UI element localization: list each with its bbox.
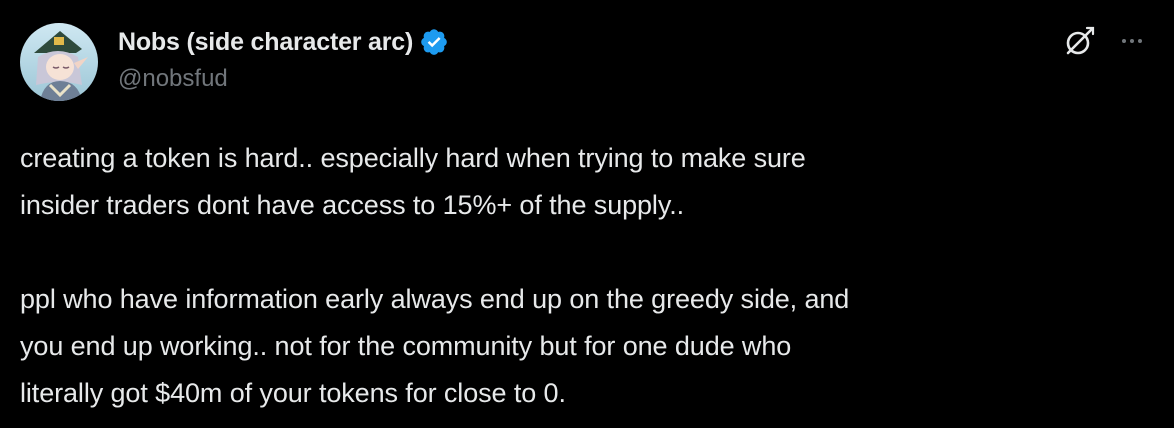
author-handle[interactable]: @nobsfud (118, 65, 228, 93)
author-name-row: Nobs (side character arc) (118, 27, 449, 57)
tweet-paragraph: ppl who have information early always en… (20, 276, 1150, 417)
tweet-line: ppl who have information early always en… (20, 284, 850, 314)
tweet-line: literally got $40m of your tokens for cl… (20, 378, 566, 408)
tweet-paragraph: creating a token is hard.. especially ha… (20, 135, 1150, 229)
verified-badge-icon (419, 27, 449, 57)
grok-slash-circle-icon[interactable] (1063, 24, 1097, 58)
tweet-line: insider traders dont have access to 15%+… (20, 190, 685, 220)
tweet-line: you end up working.. not for the communi… (20, 331, 792, 361)
tweet-line: creating a token is hard.. especially ha… (20, 143, 806, 173)
author-display-name[interactable]: Nobs (side character arc) (118, 28, 413, 57)
tweet-body: creating a token is hard.. especially ha… (20, 135, 1150, 417)
tweet-card: Nobs (side character arc) @nobsfud creat… (0, 0, 1174, 428)
ellipsis-icon[interactable] (1115, 26, 1149, 56)
anime-character-avatar-icon (20, 23, 98, 101)
avatar[interactable] (20, 23, 98, 101)
